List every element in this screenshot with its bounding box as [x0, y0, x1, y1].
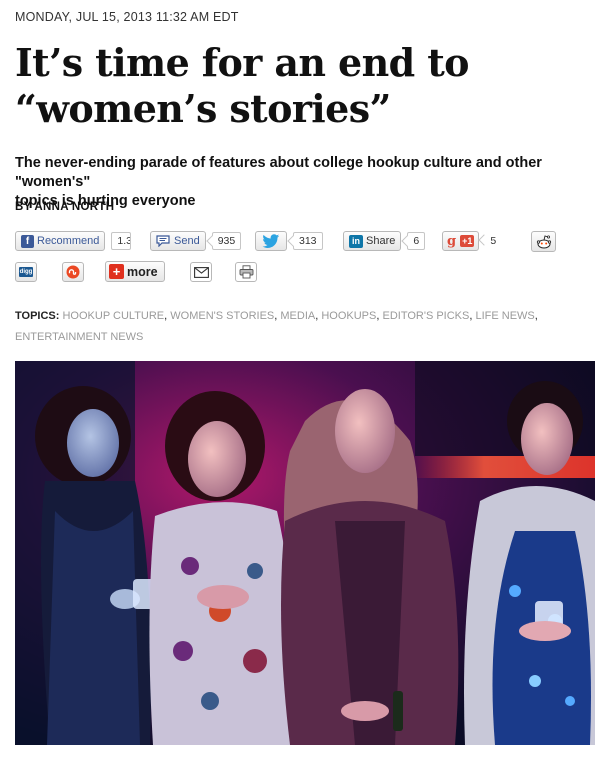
google-plus-icon: g [447, 233, 457, 249]
headline: It’s time for an end to “women’s stories… [15, 40, 595, 132]
facebook-recommend-widget: f Recommend 1.3 [15, 231, 132, 251]
topic-link[interactable]: EDITOR'S PICKS [382, 310, 469, 322]
more-share-button[interactable]: + more [105, 261, 165, 282]
twitter-count: 313 [293, 232, 323, 250]
send-count: 935 [211, 232, 242, 250]
plus-icon: + [109, 264, 124, 279]
topic-link[interactable]: ENTERTAINMENT NEWS [15, 331, 143, 343]
google-plus-one-button[interactable]: g +1 [442, 231, 480, 251]
print-button[interactable] [235, 262, 257, 282]
google-plus-widget: g +1 5 [442, 231, 501, 251]
headline-line-2: “women’s stories” [15, 86, 391, 131]
speech-bubble-icon [156, 235, 170, 247]
tweet-button[interactable] [255, 231, 287, 251]
headline-line-1: It’s time for an end to [15, 40, 470, 85]
email-button[interactable] [190, 262, 212, 282]
dateline: MONDAY, JUL 15, 2013 11:32 AM EDT [15, 10, 239, 24]
byline: BY ANNA NORTH [15, 201, 115, 213]
linkedin-count: 6 [407, 232, 426, 250]
facebook-icon: f [21, 234, 34, 248]
linkedin-widget: in Share 6 [343, 231, 426, 251]
linkedin-share-button[interactable]: in Share [343, 231, 402, 251]
stumbleupon-button[interactable] [62, 262, 84, 282]
reddit-alien-icon [536, 234, 552, 249]
topics-list: TOPICS: HOOKUP CULTURE, WOMEN'S STORIES,… [15, 310, 538, 343]
linkedin-icon: in [349, 234, 363, 248]
twitter-widget: 313 [255, 231, 323, 251]
google-plus-label: +1 [460, 235, 475, 247]
twitter-bird-icon [262, 233, 280, 249]
envelope-icon [193, 266, 209, 278]
topic-link[interactable]: WOMEN'S STORIES [170, 310, 274, 322]
reddit-button[interactable] [531, 231, 556, 252]
topic-link[interactable]: MEDIA [280, 310, 315, 322]
facebook-recommend-label: Recommend [37, 235, 100, 247]
google-plus-count: 5 [485, 232, 501, 250]
stumbleupon-icon [66, 265, 80, 279]
send-button[interactable]: Send [150, 231, 206, 251]
topic-link[interactable]: LIFE NEWS [475, 310, 534, 322]
topics-label: TOPICS: [15, 310, 60, 322]
facebook-count: 1.3 [111, 232, 132, 250]
digg-button[interactable]: digg [15, 262, 37, 282]
more-label: more [127, 264, 158, 279]
linkedin-share-label: Share [366, 235, 396, 247]
dek-line-1: The never-ending parade of features abou… [15, 155, 542, 190]
digg-icon: digg [18, 267, 34, 277]
facebook-recommend-button[interactable]: f Recommend [15, 231, 106, 251]
topic-link[interactable]: HOOKUPS [321, 310, 376, 322]
printer-icon [239, 265, 254, 279]
send-label: Send [174, 235, 200, 247]
send-widget: Send 935 [150, 231, 242, 251]
article-photo [15, 361, 595, 745]
topic-link[interactable]: HOOKUP CULTURE [62, 310, 164, 322]
